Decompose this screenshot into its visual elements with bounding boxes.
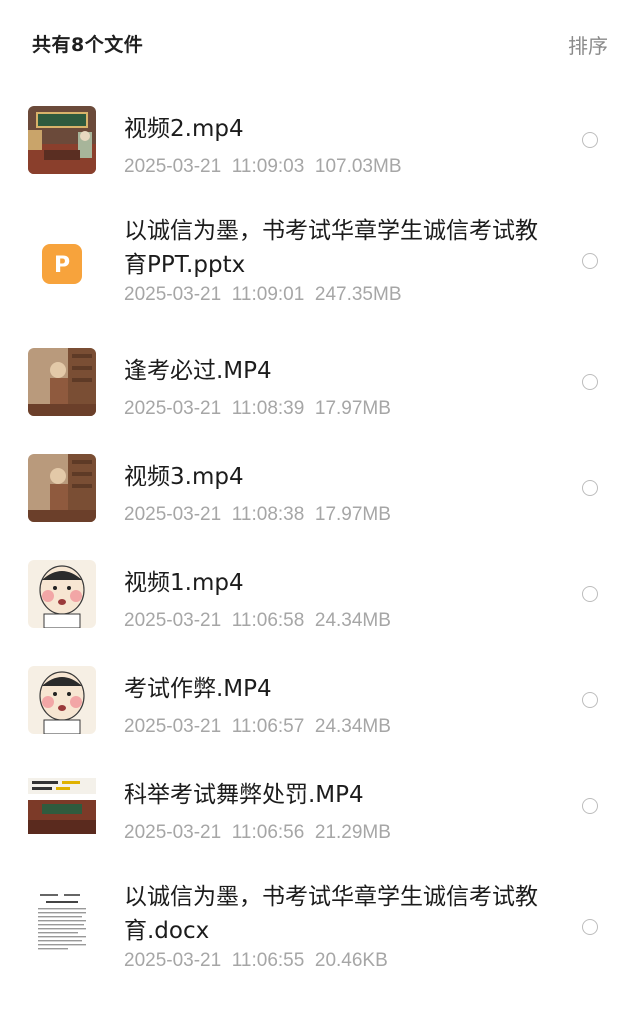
file-row[interactable]: P 以诚信为墨，书考试华章学生诚信考试教育PPT.pptx 2025-03-21… (0, 208, 640, 314)
file-date: 2025-03-21 (124, 716, 222, 737)
file-meta: 2025-03-21 11:09:01 247.35MB (124, 284, 402, 306)
file-name: 考试作弊.MP4 (124, 676, 272, 702)
file-size: 24.34MB (314, 610, 391, 631)
file-row[interactable]: 视频2.mp4 2025-03-21 11:09:03 107.03MB (0, 104, 640, 188)
file-time: 11:06:57 (231, 716, 305, 737)
file-meta: 2025-03-21 11:08:39 17.97MB (124, 398, 391, 420)
file-count-title: 共有8个文件 (32, 34, 144, 56)
file-date: 2025-03-21 (124, 610, 222, 631)
file-date: 2025-03-21 (124, 504, 222, 525)
file-meta: 2025-03-21 11:09:03 107.03MB (124, 156, 402, 178)
file-size: 17.97MB (314, 398, 391, 419)
file-row[interactable]: 视频1.mp4 2025-03-21 11:06:58 24.34MB (0, 558, 640, 642)
ppt-file-icon: P (28, 230, 96, 298)
file-date: 2025-03-21 (124, 156, 222, 177)
video-thumbnail (28, 560, 96, 628)
select-radio[interactable] (582, 253, 598, 269)
svg-text:P: P (54, 253, 70, 278)
file-size: 24.34MB (314, 716, 391, 737)
video-thumbnail (28, 772, 96, 840)
document-thumbnail (28, 890, 96, 958)
file-name: 视频3.mp4 (124, 464, 244, 490)
file-size: 20.46KB (314, 950, 388, 971)
file-date: 2025-03-21 (124, 284, 222, 305)
file-size: 247.35MB (314, 284, 402, 305)
file-list-header: 共有8个文件 排序 (0, 0, 640, 88)
file-meta: 2025-03-21 11:06:57 24.34MB (124, 716, 391, 738)
select-radio[interactable] (582, 586, 598, 602)
file-size: 17.97MB (314, 504, 391, 525)
select-radio[interactable] (582, 480, 598, 496)
file-meta: 2025-03-21 11:06:55 20.46KB (124, 950, 388, 972)
file-name: 以诚信为墨，书考试华章学生诚信考试教育PPT.pptx (124, 218, 538, 278)
file-size: 107.03MB (314, 156, 402, 177)
file-name: 科举考试舞弊处罚.MP4 (124, 782, 364, 808)
select-radio[interactable] (582, 374, 598, 390)
file-date: 2025-03-21 (124, 398, 222, 419)
file-size: 21.29MB (314, 822, 391, 843)
file-time: 11:09:01 (231, 284, 305, 305)
video-thumbnail (28, 106, 96, 174)
file-row[interactable]: 逢考必过.MP4 2025-03-21 11:08:39 17.97MB (0, 346, 640, 430)
sort-button[interactable]: 排序 (568, 30, 608, 59)
file-time: 11:09:03 (231, 156, 305, 177)
file-name: 逢考必过.MP4 (124, 358, 272, 384)
file-time: 11:06:56 (231, 822, 305, 843)
select-radio[interactable] (582, 132, 598, 148)
file-date: 2025-03-21 (124, 950, 222, 971)
file-name: 视频2.mp4 (124, 116, 244, 142)
file-meta: 2025-03-21 11:06:58 24.34MB (124, 610, 391, 632)
select-radio[interactable] (582, 919, 598, 935)
video-thumbnail (28, 666, 96, 734)
file-row[interactable]: 视频3.mp4 2025-03-21 11:08:38 17.97MB (0, 452, 640, 536)
select-radio[interactable] (582, 692, 598, 708)
file-row[interactable]: 以诚信为墨，书考试华章学生诚信考试教育.docx 2025-03-21 11:0… (0, 874, 640, 980)
file-row[interactable]: 考试作弊.MP4 2025-03-21 11:06:57 24.34MB (0, 664, 640, 748)
file-name: 视频1.mp4 (124, 570, 244, 596)
file-date: 2025-03-21 (124, 822, 222, 843)
file-time: 11:08:39 (231, 398, 305, 419)
file-meta: 2025-03-21 11:06:56 21.29MB (124, 822, 391, 844)
file-name: 以诚信为墨，书考试华章学生诚信考试教育.docx (124, 884, 538, 944)
file-row[interactable]: 科举考试舞弊处罚.MP4 2025-03-21 11:06:56 21.29MB (0, 770, 640, 854)
file-meta: 2025-03-21 11:08:38 17.97MB (124, 504, 391, 526)
video-thumbnail (28, 454, 96, 522)
video-thumbnail (28, 348, 96, 416)
select-radio[interactable] (582, 798, 598, 814)
file-time: 11:06:55 (231, 950, 305, 971)
file-time: 11:06:58 (231, 610, 305, 631)
file-time: 11:08:38 (231, 504, 305, 525)
